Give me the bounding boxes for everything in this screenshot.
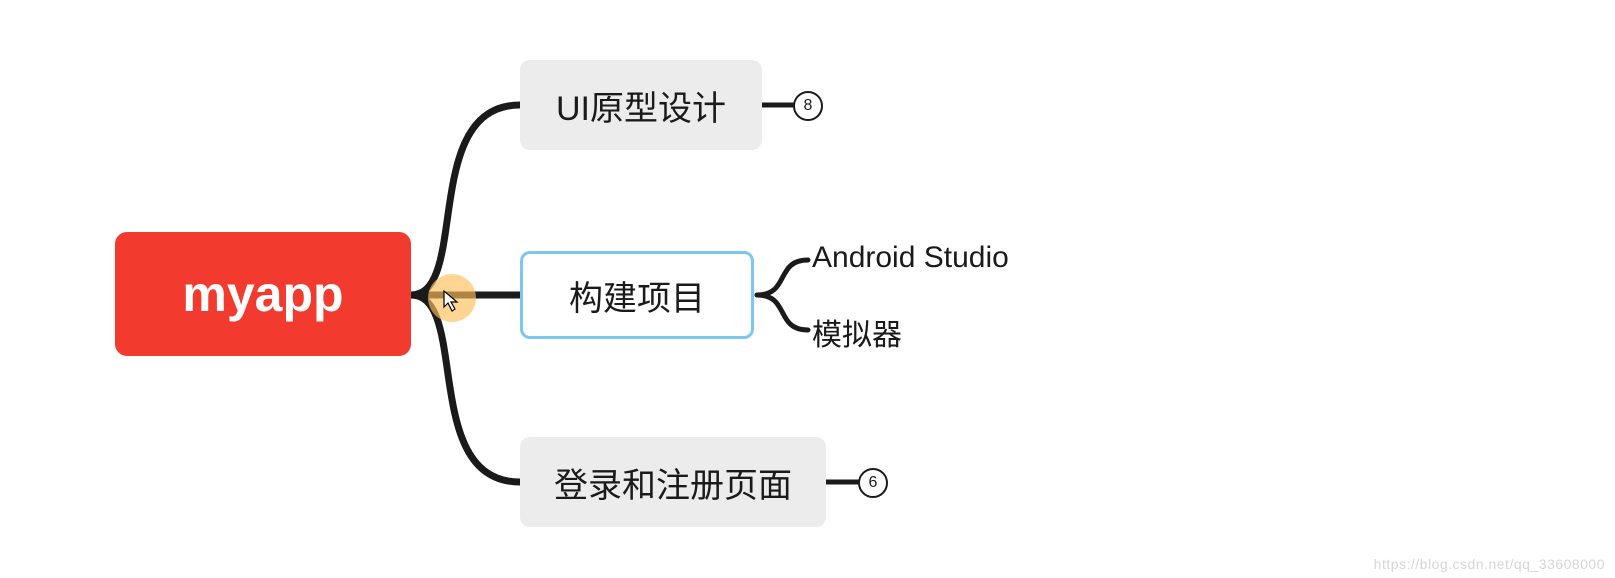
watermark-text: https://blog.csdn.net/qq_33608000 bbox=[1374, 556, 1605, 572]
cursor-arrow-icon bbox=[443, 290, 463, 312]
badge-value: 8 bbox=[804, 97, 813, 115]
leaf-label: Android Studio bbox=[812, 241, 1009, 274]
mindmap-canvas[interactable]: myapp UI原型设计 8 构建项目 Android Studio 模拟器 登… bbox=[0, 0, 1615, 578]
child-node-build-project[interactable]: 构建项目 bbox=[520, 251, 754, 339]
leaf-node-android-studio[interactable]: Android Studio bbox=[812, 241, 1009, 275]
collapsed-count-badge[interactable]: 8 bbox=[793, 91, 823, 121]
root-label: myapp bbox=[182, 265, 343, 323]
collapsed-count-badge[interactable]: 6 bbox=[858, 468, 888, 498]
leaf-label: 模拟器 bbox=[812, 319, 902, 352]
root-node[interactable]: myapp bbox=[115, 232, 411, 356]
leaf-node-emulator[interactable]: 模拟器 bbox=[812, 310, 902, 354]
badge-value: 6 bbox=[869, 474, 878, 492]
child-node-ui-design[interactable]: UI原型设计 bbox=[520, 60, 762, 150]
child-label: UI原型设计 bbox=[556, 81, 726, 130]
child-label: 构建项目 bbox=[569, 271, 705, 320]
cursor-highlight-icon bbox=[428, 274, 476, 322]
child-node-login-register[interactable]: 登录和注册页面 bbox=[520, 437, 826, 527]
child-label: 登录和注册页面 bbox=[554, 458, 792, 507]
